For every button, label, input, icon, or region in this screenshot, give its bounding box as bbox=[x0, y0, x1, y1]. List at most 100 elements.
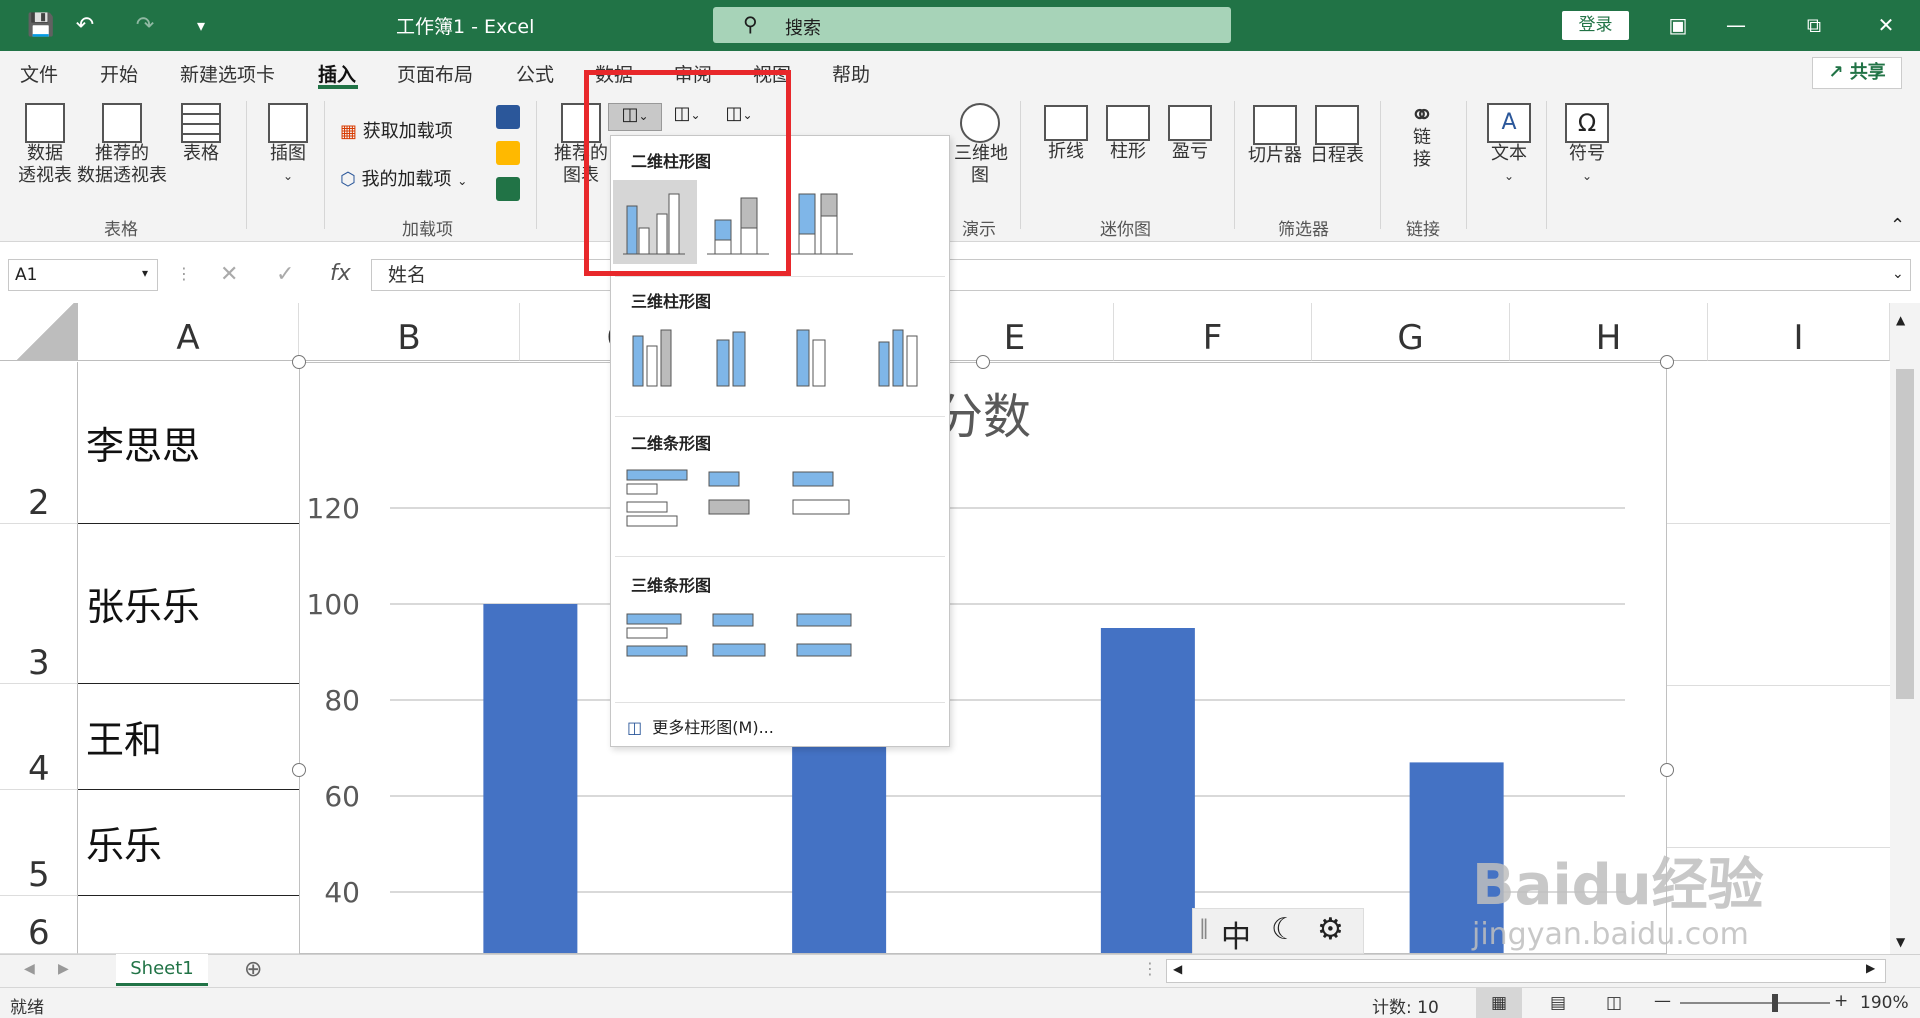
normal-view-icon[interactable]: ▦ bbox=[1476, 988, 1522, 1018]
ime-mode[interactable]: 中 bbox=[1221, 912, 1251, 956]
3d-bar-options[interactable] bbox=[617, 600, 867, 680]
resize-handle[interactable] bbox=[976, 355, 990, 369]
search-placeholder: 搜索 bbox=[785, 18, 821, 39]
page-layout-view-icon[interactable]: ▤ bbox=[1538, 988, 1578, 1018]
pivot-table-button[interactable]: 数据 透视表 bbox=[14, 103, 76, 187]
redo-icon[interactable]: ↷ bbox=[130, 10, 160, 40]
symbol-button[interactable]: Ω 符号 ⌄ bbox=[1558, 103, 1616, 187]
scroll-left-icon[interactable]: ◀ bbox=[1173, 962, 1182, 976]
cancel-icon[interactable]: ✕ bbox=[220, 262, 238, 287]
visio-icon[interactable] bbox=[496, 105, 520, 129]
cell-a6[interactable] bbox=[78, 896, 299, 954]
tab-home[interactable]: 开始 bbox=[100, 60, 138, 87]
gear-icon[interactable]: ⚙ bbox=[1317, 912, 1344, 947]
sparkline-column-button[interactable]: 柱形 bbox=[1102, 105, 1154, 163]
search-input[interactable]: ⚲ 搜索 bbox=[713, 7, 1231, 43]
slicer-button[interactable]: 切片器 bbox=[1246, 105, 1304, 167]
zoom-level[interactable]: 190% bbox=[1860, 993, 1909, 1013]
name-box[interactable]: A1 bbox=[8, 259, 158, 291]
3d-column-options[interactable] bbox=[617, 316, 937, 396]
close-icon[interactable]: ✕ bbox=[1866, 10, 1906, 40]
2d-bar-options[interactable] bbox=[617, 458, 867, 538]
sparkline-winloss-button[interactable]: 盈亏 bbox=[1164, 105, 1216, 163]
scroll-thumb[interactable] bbox=[1896, 369, 1914, 699]
get-addins-button[interactable]: ▦ 获取加载项 bbox=[340, 117, 453, 143]
column-header-g[interactable]: G bbox=[1312, 303, 1510, 361]
tab-new[interactable]: 新建选项卡 bbox=[180, 60, 275, 87]
zoom-out-icon[interactable]: — bbox=[1654, 991, 1671, 1011]
cell-a5[interactable]: 乐乐 bbox=[78, 790, 299, 896]
row-header-2[interactable]: 2 bbox=[0, 362, 78, 524]
restore-icon[interactable]: ⧉ bbox=[1794, 10, 1834, 40]
row-header-5[interactable]: 5 bbox=[0, 790, 78, 896]
horizontal-scrollbar[interactable]: ◀ bbox=[1166, 959, 1886, 983]
symbol-label: 符号 bbox=[1569, 143, 1605, 164]
resize-handle[interactable] bbox=[1660, 355, 1674, 369]
column-header-i[interactable]: I bbox=[1708, 303, 1890, 361]
cell-a3[interactable]: 张乐乐 bbox=[78, 524, 299, 684]
table-button[interactable]: 表格 bbox=[176, 103, 226, 165]
tab-page-layout[interactable]: 页面布局 bbox=[397, 60, 473, 87]
page-break-view-icon[interactable]: ◫ bbox=[1594, 988, 1634, 1018]
minimize-icon[interactable]: — bbox=[1716, 10, 1756, 40]
add-sheet-icon[interactable]: ⊕ bbox=[244, 957, 262, 982]
vertical-scrollbar[interactable]: ▲ ▼ bbox=[1890, 303, 1920, 954]
recommended-pivot-button[interactable]: 推荐的 数据透视表 bbox=[76, 103, 168, 187]
login-button[interactable]: 登录 bbox=[1562, 11, 1629, 40]
enter-icon[interactable]: ✓ bbox=[276, 262, 294, 287]
row-header-3[interactable]: 3 bbox=[0, 524, 78, 684]
drag-handle[interactable]: ‖ bbox=[1199, 915, 1209, 939]
map-3d-button[interactable]: 三维地 图 bbox=[954, 103, 1008, 187]
function-icon[interactable]: fx bbox=[330, 261, 351, 286]
tab-file[interactable]: 文件 bbox=[20, 60, 58, 87]
customize-qat-icon[interactable]: ▾ bbox=[186, 10, 216, 40]
resize-handle[interactable] bbox=[292, 763, 306, 777]
scroll-right-icon[interactable]: ▶ bbox=[1866, 961, 1875, 975]
more-options-icon: ⋮ bbox=[176, 264, 192, 283]
chart-area[interactable]: 分数 40 60 80 100 120 bbox=[299, 362, 1667, 983]
cell-a4[interactable]: 王和 bbox=[78, 684, 299, 790]
undo-icon[interactable]: ↶ bbox=[70, 10, 100, 40]
select-all-button[interactable] bbox=[0, 303, 78, 361]
expand-formula-icon[interactable]: ⌄ bbox=[1892, 266, 1904, 282]
zoom-slider-thumb[interactable] bbox=[1772, 994, 1778, 1012]
save-icon[interactable]: 💾 bbox=[26, 10, 56, 40]
chevron-down-icon[interactable]: ▾ bbox=[142, 266, 148, 280]
sheet-tab-sheet1[interactable]: Sheet1 bbox=[116, 954, 208, 986]
3d-column-icons bbox=[632, 329, 918, 387]
more-column-charts-item[interactable]: ◫ 更多柱形图(M)... bbox=[627, 714, 774, 738]
zoom-slider[interactable] bbox=[1680, 994, 1830, 1012]
my-addins-button[interactable]: ⬡ 我的加载项 ⌄ bbox=[340, 165, 467, 191]
timeline-button[interactable]: 日程表 bbox=[1308, 105, 1366, 167]
cell-a2[interactable]: 李思思 bbox=[78, 362, 299, 524]
zoom-in-icon[interactable]: + bbox=[1834, 991, 1848, 1011]
bing-icon[interactable] bbox=[496, 141, 520, 165]
column-header-a[interactable]: A bbox=[78, 303, 299, 361]
text-button[interactable]: A 文本 ⌄ bbox=[1480, 103, 1538, 187]
column-header-f[interactable]: F bbox=[1114, 303, 1312, 361]
ime-toolbar[interactable]: ‖ 中 ☾ ⚙ bbox=[1192, 908, 1364, 956]
sparkline-line-button[interactable]: 折线 bbox=[1040, 105, 1092, 163]
group-label-sparklines: 迷你图 bbox=[1100, 220, 1151, 240]
tab-help[interactable]: 帮助 bbox=[832, 60, 870, 87]
people-graph-icon[interactable] bbox=[496, 177, 520, 201]
column-header-h[interactable]: H bbox=[1510, 303, 1708, 361]
100-stacked-column-option[interactable] bbox=[781, 180, 865, 264]
resize-handle[interactable] bbox=[1660, 763, 1674, 777]
prev-sheet-icon[interactable]: ◀ bbox=[24, 961, 35, 977]
collapse-ribbon-icon[interactable]: ⌃ bbox=[1890, 215, 1905, 236]
moon-icon[interactable]: ☾ bbox=[1271, 912, 1298, 947]
ribbon-display-icon[interactable]: ▣ bbox=[1658, 10, 1698, 40]
row-header-4[interactable]: 4 bbox=[0, 684, 78, 790]
next-sheet-icon[interactable]: ▶ bbox=[58, 961, 69, 977]
scroll-up-icon[interactable]: ▲ bbox=[1896, 313, 1905, 327]
scroll-down-icon[interactable]: ▼ bbox=[1896, 935, 1905, 949]
column-header-b[interactable]: B bbox=[299, 303, 520, 361]
row-header-6[interactable]: 6 bbox=[0, 896, 78, 954]
link-button[interactable]: ⚭ 链 接 bbox=[1394, 101, 1450, 171]
tab-formulas[interactable]: 公式 bbox=[516, 60, 554, 87]
resize-handle[interactable] bbox=[292, 355, 306, 369]
tab-insert[interactable]: 插入 bbox=[318, 60, 356, 87]
share-button[interactable]: ↗ 共享 bbox=[1812, 57, 1902, 89]
illustrations-button[interactable]: 插图 ⌄ bbox=[262, 103, 314, 187]
